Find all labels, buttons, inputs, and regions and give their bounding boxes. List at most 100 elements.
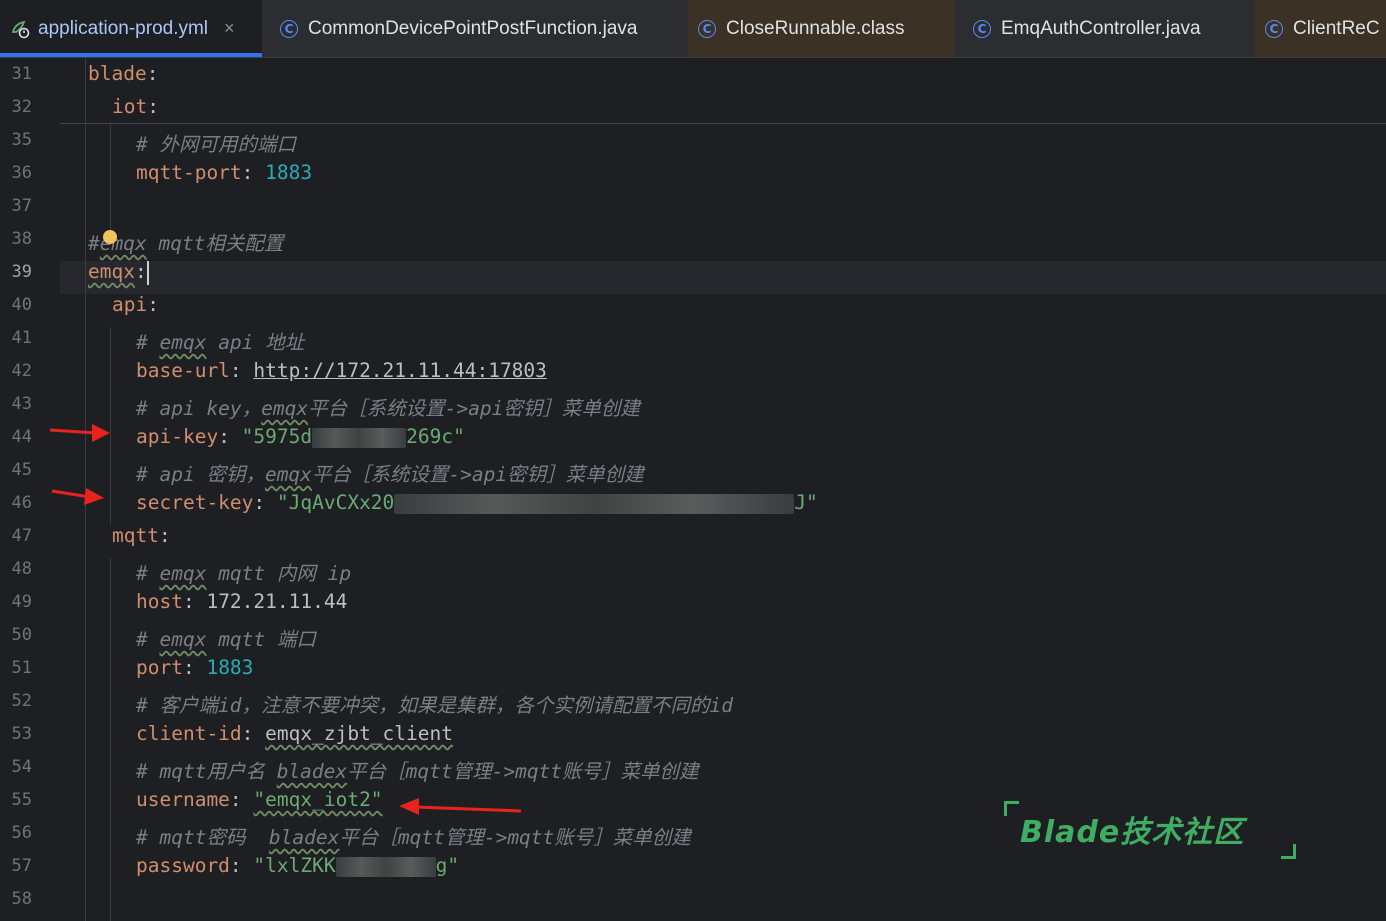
yaml-separator: :: [147, 293, 159, 316]
line-number: 44: [11, 427, 32, 447]
watermark-bracket: [1004, 801, 1019, 816]
code-line[interactable]: password: "lxlZKK g": [136, 854, 459, 877]
yaml-plain-value: 172.21.11.44: [206, 590, 348, 613]
yaml-key: secret-key: [136, 491, 254, 514]
yaml-separator: :: [241, 722, 266, 745]
tab-client-rec[interactable]: C ClientReC: [1255, 0, 1386, 57]
line-number: 40: [11, 295, 32, 315]
line-number: 38: [11, 229, 32, 249]
close-icon[interactable]: ×: [224, 18, 235, 39]
code-editor[interactable]: 31 blade: 32 iot: 35 # 外网可用的端口 36 mqtt-port: 18…: [0, 58, 1386, 921]
yaml-key: username: [136, 788, 230, 811]
code-line[interactable]: # api 密钥，emqx平台［系统设置->api密钥］菜单创建: [136, 458, 644, 487]
yaml-comment: # emqx api 地址: [136, 331, 305, 354]
line-number: 36: [11, 163, 32, 183]
indent-guide: [110, 124, 111, 230]
text-caret: [146, 260, 149, 285]
line-number: 49: [11, 592, 32, 612]
yaml-string-value: 269c": [406, 425, 465, 448]
tab-common-device-point-post-function[interactable]: C CommonDevicePointPostFunction.java: [270, 0, 688, 57]
code-line[interactable]: # api key，emqx平台［系统设置->api密钥］菜单创建: [136, 392, 640, 421]
yaml-string-value: "lxlZKK: [253, 854, 336, 877]
code-line[interactable]: host: 172.21.11.44: [136, 590, 347, 613]
code-line[interactable]: mqtt:: [112, 524, 171, 547]
yaml-separator: :: [182, 656, 207, 679]
fold-separator: [60, 123, 1386, 124]
yaml-separator: :: [182, 590, 207, 613]
line-number: 37: [11, 196, 32, 216]
tab-emq-auth-controller[interactable]: C EmqAuthController.java: [963, 0, 1255, 57]
lightbulb-icon[interactable]: [103, 230, 117, 244]
tab-label: application-prod.yml: [38, 17, 209, 39]
red-arrow-icon: [51, 488, 104, 505]
line-number: 58: [11, 889, 32, 909]
line-number: 39: [11, 262, 32, 282]
yaml-key: password: [136, 854, 230, 877]
yaml-key: blade: [88, 62, 147, 85]
code-line[interactable]: base-url: http://172.21.11.44:17803: [136, 359, 547, 382]
code-line[interactable]: api:: [112, 293, 159, 316]
code-line[interactable]: client-id: emqx_zjbt_client: [136, 722, 453, 745]
line-number: 32: [11, 97, 32, 117]
code-line[interactable]: emqx:: [88, 260, 149, 285]
line-number: 57: [11, 856, 32, 876]
tab-application-prod-yml[interactable]: application-prod.yml ×: [0, 0, 262, 57]
yaml-separator: :: [241, 161, 266, 184]
red-arrow-icon: [49, 424, 110, 442]
tab-close-runnable[interactable]: C CloseRunnable.class: [688, 0, 954, 57]
yaml-string-value: "emqx_iot2": [253, 788, 383, 811]
code-line[interactable]: # emqx api 地址: [136, 326, 304, 355]
code-line[interactable]: # 外网可用的端口: [136, 128, 296, 157]
watermark-bracket: [1281, 844, 1296, 859]
yaml-comment: # api key，emqx平台［系统设置->api密钥］菜单创建: [136, 397, 640, 420]
code-line[interactable]: # mqtt密码 bladex平台［mqtt管理->mqtt账号］菜单创建: [136, 821, 691, 850]
watermark-text: Blade技术社区: [1020, 815, 1245, 850]
line-number: 52: [11, 691, 32, 711]
line-number: 50: [11, 625, 32, 645]
yaml-comment: # emqx mqtt 端口: [136, 628, 316, 651]
line-number: 35: [11, 130, 32, 150]
indent-guide: [110, 558, 111, 921]
code-line[interactable]: # emqx mqtt 端口: [136, 623, 316, 652]
yaml-comment: # api 密钥，emqx平台［系统设置->api密钥］菜单创建: [136, 463, 644, 486]
yaml-string-value: g": [435, 854, 460, 877]
yaml-comment: #emqx mqtt相关配置: [88, 232, 284, 255]
yaml-separator: :: [229, 788, 254, 811]
yaml-key: emqx: [88, 260, 135, 283]
yaml-comment: # mqtt用户名 bladex平台［mqtt管理->mqtt账号］菜单创建: [136, 760, 699, 783]
code-line[interactable]: api-key: "5975d 269c": [136, 425, 465, 448]
yaml-number-value: 1883: [206, 656, 254, 679]
line-number: 48: [11, 559, 32, 579]
active-tab-indicator: [0, 53, 262, 57]
code-line[interactable]: #emqx mqtt相关配置: [88, 227, 283, 256]
yaml-separator: :: [147, 95, 159, 118]
yaml-separator: :: [158, 524, 171, 547]
line-number: 43: [11, 394, 32, 414]
redacted-blur: [312, 427, 407, 448]
yaml-separator: :: [134, 260, 147, 283]
line-number: 45: [11, 460, 32, 480]
line-number: 47: [11, 526, 32, 546]
code-line[interactable]: # mqtt用户名 bladex平台［mqtt管理->mqtt账号］菜单创建: [136, 755, 699, 784]
yaml-key: api: [112, 293, 148, 316]
java-class-icon: C: [280, 19, 298, 38]
java-class-icon: C: [698, 19, 716, 38]
current-line-highlight: [60, 261, 1386, 294]
yaml-number-value: 1883: [265, 161, 313, 184]
line-number: 55: [11, 790, 32, 810]
yaml-string-value: "5975d: [241, 425, 313, 448]
yaml-comment: # 客户端id，注意不要冲突，如果是集群，各个实例请配置不同的id: [136, 694, 733, 717]
code-line[interactable]: # 客户端id，注意不要冲突，如果是集群，各个实例请配置不同的id: [136, 689, 733, 718]
line-number: 46: [11, 493, 32, 513]
code-line[interactable]: secret-key: "JqAvCXx20 J": [136, 491, 818, 514]
line-number: 54: [11, 757, 32, 777]
yaml-key: base-url: [136, 359, 230, 382]
code-line[interactable]: blade:: [88, 62, 158, 85]
code-line[interactable]: port: 1883: [136, 656, 253, 679]
tab-label: CommonDevicePointPostFunction.java: [308, 17, 638, 39]
code-line[interactable]: mqtt-port: 1883: [136, 161, 312, 184]
yaml-comment: # 外网可用的端口: [136, 133, 296, 156]
code-line[interactable]: # emqx mqtt 内网 ip: [136, 557, 351, 586]
code-line[interactable]: username: "emqx_iot2": [136, 788, 383, 811]
code-line[interactable]: iot:: [112, 95, 159, 118]
